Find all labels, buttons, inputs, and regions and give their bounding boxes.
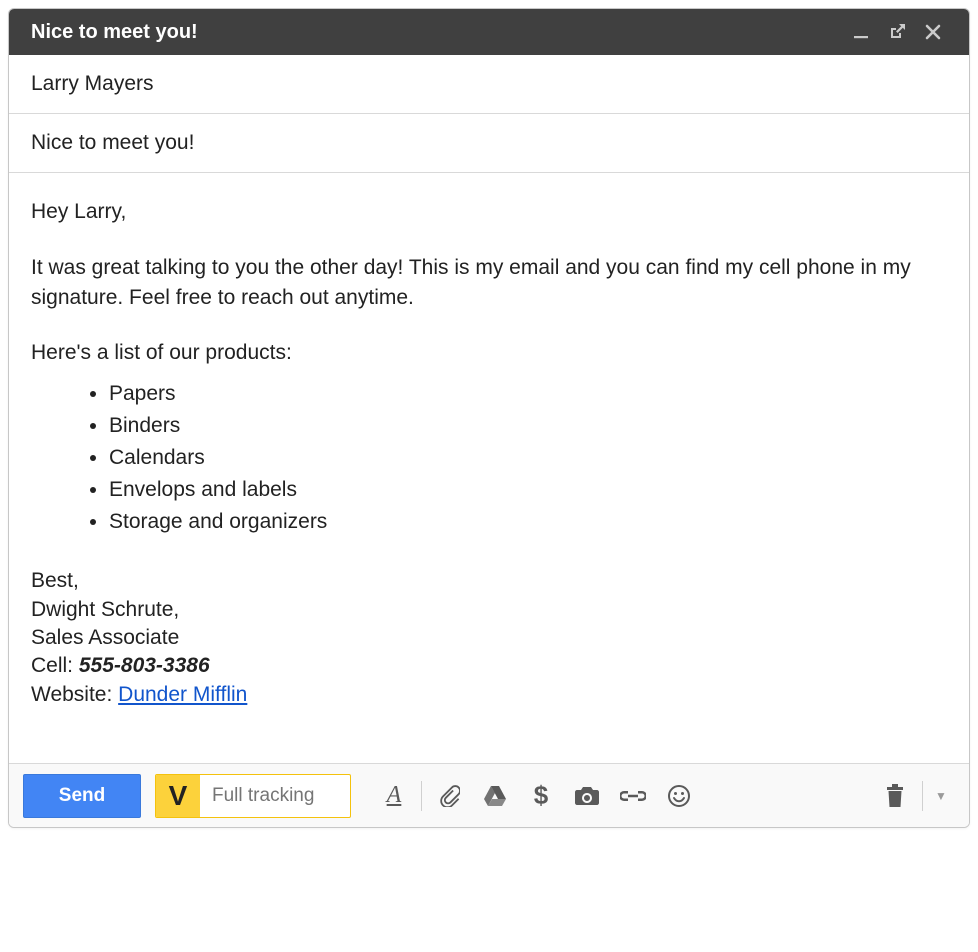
format-a-icon: A <box>387 782 402 809</box>
sig-website: Website: Dunder Mifflin <box>31 681 947 709</box>
tracking-widget[interactable]: V <box>155 774 351 818</box>
to-field[interactable]: Larry Mayers <box>9 55 969 114</box>
sig-website-label: Website: <box>31 683 118 706</box>
compose-toolbar: Send V A $ <box>9 763 969 827</box>
sig-closing: Best, <box>31 567 947 595</box>
money-button[interactable]: $ <box>518 776 564 816</box>
separator <box>421 781 422 811</box>
sig-cell-label: Cell: <box>31 654 79 677</box>
dollar-icon: $ <box>534 780 548 811</box>
minimize-icon <box>853 24 869 40</box>
more-options-button[interactable]: ▼ <box>927 789 955 803</box>
chevron-down-icon: ▼ <box>935 789 947 803</box>
link-icon <box>620 789 646 803</box>
signature-block: Best, Dwight Schrute, Sales Associate Ce… <box>31 567 947 709</box>
separator <box>922 781 923 811</box>
attach-button[interactable] <box>426 776 472 816</box>
list-item: Calendars <box>109 442 947 474</box>
compose-window: Nice to meet you! Larry Mayers Nice to m… <box>8 8 970 828</box>
message-body[interactable]: Hey Larry, It was great talking to you t… <box>9 173 969 763</box>
subject-field[interactable]: Nice to meet you! <box>9 114 969 173</box>
list-item: Binders <box>109 410 947 442</box>
send-button[interactable]: Send <box>23 774 141 818</box>
list-item: Envelops and labels <box>109 474 947 506</box>
trash-icon <box>885 784 905 808</box>
window-title: Nice to meet you! <box>31 21 843 44</box>
drive-button[interactable] <box>472 776 518 816</box>
sig-cell-number: 555-803-3386 <box>79 654 210 677</box>
body-para-2: Here's a list of our products: <box>31 338 947 368</box>
discard-button[interactable] <box>872 776 918 816</box>
sig-cell: Cell: 555-803-3386 <box>31 652 947 680</box>
photo-button[interactable] <box>564 776 610 816</box>
close-icon <box>924 23 942 41</box>
emoji-button[interactable] <box>656 776 702 816</box>
popout-icon <box>888 23 906 41</box>
sig-title: Sales Associate <box>31 624 947 652</box>
vocus-badge: V <box>156 775 200 817</box>
sig-name: Dwight Schrute, <box>31 596 947 624</box>
link-button[interactable] <box>610 776 656 816</box>
emoji-icon <box>667 784 691 808</box>
drive-icon <box>483 785 507 807</box>
close-button[interactable] <box>915 16 951 48</box>
paperclip-icon <box>438 785 460 807</box>
list-item: Papers <box>109 378 947 410</box>
body-para-1: It was great talking to you the other da… <box>31 253 947 313</box>
list-item: Storage and organizers <box>109 506 947 538</box>
body-greeting: Hey Larry, <box>31 197 947 227</box>
product-list: Papers Binders Calendars Envelops and la… <box>31 378 947 537</box>
popout-button[interactable] <box>879 16 915 48</box>
camera-icon <box>574 785 600 807</box>
minimize-button[interactable] <box>843 16 879 48</box>
tracking-input[interactable] <box>200 775 350 817</box>
titlebar: Nice to meet you! <box>9 9 969 55</box>
toolbar-icons: A $ <box>371 776 955 816</box>
sig-website-link[interactable]: Dunder Mifflin <box>118 683 247 706</box>
formatting-button[interactable]: A <box>371 776 417 816</box>
